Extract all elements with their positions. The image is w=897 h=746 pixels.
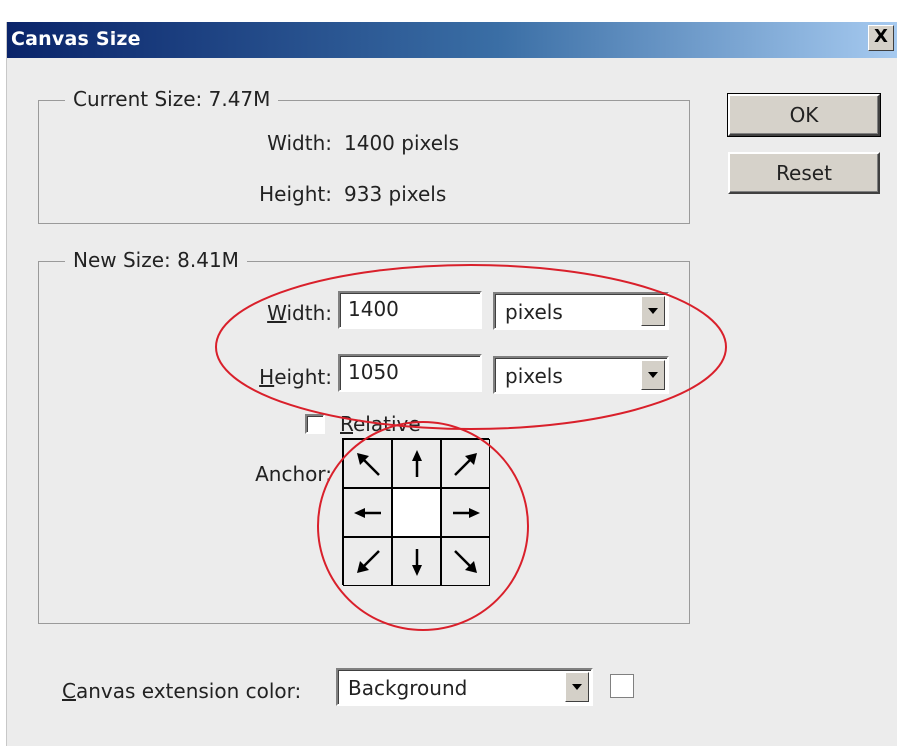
arrow-up-icon [411,449,422,477]
width-unit-select[interactable]: pixels [493,292,669,330]
height-unit-select[interactable]: pixels [493,356,669,394]
anchor-right[interactable] [441,488,490,537]
anchor-bottom[interactable] [392,537,441,586]
width-unit-dropdown-arrow-icon[interactable] [641,296,665,326]
title-bar[interactable]: Canvas Size X [7,22,897,58]
ok-button[interactable]: OK [727,93,881,137]
new-width-label: Width: [220,301,332,325]
extension-color-select[interactable]: Background [336,668,593,706]
current-width-label: Width: [267,131,332,155]
anchor-center[interactable] [392,488,441,537]
relative-checkbox[interactable] [305,414,325,434]
relative-label[interactable]: Relative [340,412,421,436]
arrow-up-left-icon [356,452,380,476]
new-height-value: 1050 [348,360,399,384]
new-height-label: Height: [220,365,332,389]
arrow-left-icon [353,507,381,518]
arrow-right-icon [452,507,480,518]
extension-color-swatch[interactable] [610,674,634,698]
anchor-bottom-right[interactable] [441,537,490,586]
extension-color-label: Canvas extension color: [62,679,301,703]
new-width-input[interactable]: 1400 [338,291,482,329]
new-height-input[interactable]: 1050 [338,354,482,392]
extension-label-rest: anvas extension color: [75,679,302,703]
anchor-bottom-left[interactable] [343,537,392,586]
extension-mnemonic: C [62,679,76,703]
anchor-left[interactable] [343,488,392,537]
height-unit-value: pixels [505,364,563,388]
relative-label-rest: elative [353,412,421,436]
current-height-value: 933 pixels [344,182,447,206]
new-width-value: 1400 [348,297,399,321]
anchor-label: Anchor: [255,462,332,486]
extension-dropdown-arrow-icon[interactable] [565,672,589,702]
arrow-up-right-icon [453,452,477,476]
current-size-legend: Current Size: 7.47M [65,87,279,111]
close-button[interactable]: X [868,25,894,51]
reset-button[interactable]: Reset [728,152,880,194]
arrow-down-left-icon [356,549,380,573]
current-height-label: Height: [259,182,332,206]
width-unit-value: pixels [505,300,563,324]
height-unit-dropdown-arrow-icon[interactable] [641,360,665,390]
relative-mnemonic: R [340,412,353,436]
arrow-down-right-icon [453,549,477,573]
anchor-top-left[interactable] [343,439,392,488]
arrow-down-icon [411,548,422,576]
current-width-value: 1400 pixels [344,131,460,155]
width-mnemonic: W [267,301,287,325]
dialog-title: Canvas Size [11,28,141,50]
height-label-rest: eight: [274,365,332,389]
extension-color-value: Background [348,676,468,700]
anchor-top-right[interactable] [441,439,490,488]
anchor-grid [342,438,490,586]
anchor-top[interactable] [392,439,441,488]
new-size-legend: New Size: 8.41M [65,248,247,272]
height-mnemonic: H [259,365,275,389]
width-label-rest: idth: [286,301,332,325]
